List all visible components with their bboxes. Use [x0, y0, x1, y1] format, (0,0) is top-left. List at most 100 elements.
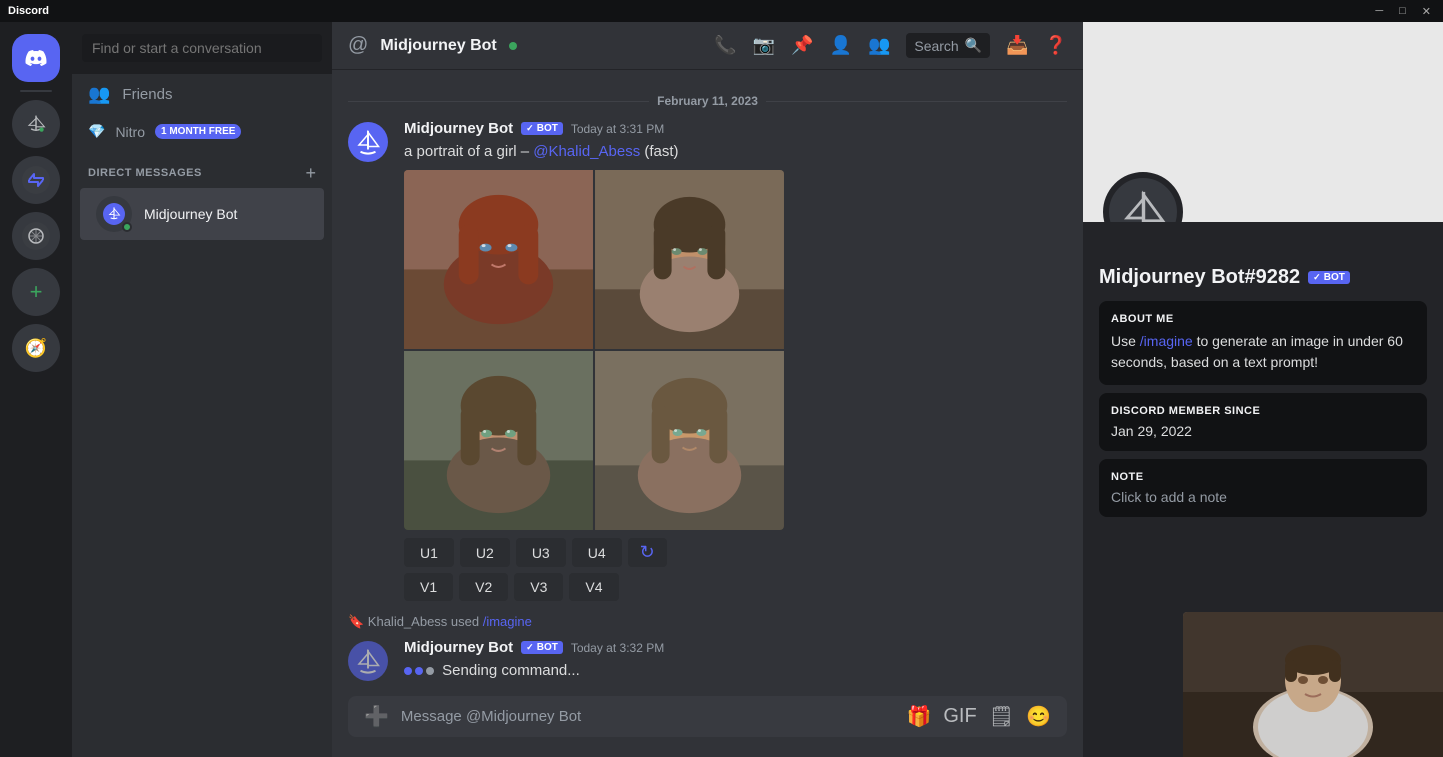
dm-nitro-label: Nitro: [115, 124, 145, 140]
u2-button[interactable]: U2: [460, 538, 510, 567]
dm-friends-label: Friends: [122, 86, 172, 103]
server-icon-sailboat[interactable]: [12, 100, 60, 148]
video-thumbnail[interactable]: [1183, 612, 1443, 757]
dm-user-item-midjourney[interactable]: Midjourney Bot: [80, 188, 324, 240]
video-icon[interactable]: 📷: [753, 35, 775, 56]
dm-user-list: Midjourney Bot: [72, 188, 332, 757]
header-search[interactable]: Search 🔍: [906, 33, 990, 58]
message-avatar-1: [348, 122, 388, 162]
about-me-text: Use /imagine to generate an image in und…: [1111, 331, 1415, 373]
profile-username: Midjourney Bot#9282 ✓ BOT: [1099, 266, 1427, 289]
message-header-1: Midjourney Bot ✓ BOT Today at 3:31 PM: [404, 120, 1067, 137]
mention-khalid[interactable]: @Khalid_Abess: [533, 143, 640, 160]
date-divider: February 11, 2023: [332, 86, 1083, 116]
action-buttons: U1 U2 U3 U4 ↻: [404, 538, 1067, 567]
dot-1: [404, 667, 412, 675]
cmd-text: /imagine: [483, 614, 532, 629]
friends-icon: 👥: [88, 84, 110, 105]
person-icon: 🔖: [348, 614, 364, 629]
image-grid[interactable]: [404, 170, 784, 530]
message-author-1: Midjourney Bot: [404, 120, 513, 137]
gift-icon[interactable]: 🎁: [906, 704, 931, 729]
note-input[interactable]: Click to add a note: [1111, 489, 1415, 505]
message-content-1: Midjourney Bot ✓ BOT Today at 3:31 PM a …: [404, 120, 1067, 601]
inbox-icon[interactable]: 📥: [1006, 35, 1028, 56]
refresh-button[interactable]: ↻: [628, 538, 667, 567]
channel-at-icon: @: [348, 34, 368, 57]
dm-add-button[interactable]: +: [305, 164, 316, 182]
message-timestamp-1: Today at 3:31 PM: [571, 122, 664, 136]
imagine-command[interactable]: /imagine: [1140, 333, 1193, 349]
image-cell-4[interactable]: [595, 351, 784, 530]
u1-button[interactable]: U1: [404, 538, 454, 567]
server-explore-button[interactable]: 🧭: [12, 324, 60, 372]
add-friend-icon[interactable]: 👤: [830, 35, 852, 56]
header-actions: 📞 📷 📌 👤 👥 Search 🔍 📥 ❓: [714, 33, 1067, 58]
message-input-area: ➕ 🎁 GIF 🗒 😊: [332, 696, 1083, 757]
server-add-button[interactable]: +: [12, 268, 60, 316]
sticker-icon[interactable]: 🗒: [989, 704, 1014, 729]
dm-friends-link[interactable]: 👥 Friends: [72, 74, 332, 115]
phone-icon[interactable]: 📞: [714, 35, 736, 56]
note-section: NOTE Click to add a note: [1099, 459, 1427, 517]
bot-badge-2: ✓ BOT: [521, 641, 563, 654]
nitro-icon: 💎: [88, 123, 105, 140]
image-cell-3[interactable]: [404, 351, 593, 530]
dm-sidebar: 👥 Friends 💎 Nitro 1 MONTH FREE DIRECT ME…: [72, 22, 332, 757]
server-icon-discord[interactable]: [12, 34, 60, 82]
emoji-icon[interactable]: 😊: [1026, 704, 1051, 729]
gif-icon[interactable]: GIF: [943, 705, 976, 728]
dot-3: [426, 667, 434, 675]
image-cell-1[interactable]: [404, 170, 593, 349]
dm-section-header: DIRECT MESSAGES +: [72, 148, 332, 188]
member-since-date: Jan 29, 2022: [1111, 423, 1415, 439]
message-avatar-2: [348, 641, 388, 681]
video-person: [1183, 612, 1443, 757]
midjourney-avatar: [96, 196, 132, 232]
dm-search-bar: [72, 22, 332, 74]
channel-status: [509, 42, 517, 50]
server-icon-nitro[interactable]: [12, 156, 60, 204]
messages-area: February 11, 2023 Midjourney Bot: [332, 70, 1083, 696]
message-input[interactable]: [401, 696, 895, 737]
message-sending: Sending command...: [404, 660, 1067, 681]
online-status: [122, 222, 132, 232]
window-controls[interactable]: ─ □ ✕: [1371, 5, 1435, 18]
system-note-wrapper: 🔖 Khalid_Abess used /imagine: [332, 605, 1083, 635]
attach-icon[interactable]: ➕: [364, 704, 389, 729]
channel-header: @ Midjourney Bot 📞 📷 📌 👤 👥 Search 🔍 📥 ❓: [332, 22, 1083, 70]
members-icon[interactable]: 👥: [868, 35, 890, 56]
u4-button[interactable]: U4: [572, 538, 622, 567]
minimize-button[interactable]: ─: [1371, 5, 1387, 18]
close-button[interactable]: ✕: [1418, 5, 1435, 18]
about-me-title: ABOUT ME: [1111, 313, 1415, 325]
title-bar: Discord ─ □ ✕: [0, 0, 1443, 22]
image-cell-2[interactable]: [595, 170, 784, 349]
v1-button[interactable]: V1: [404, 573, 453, 601]
search-icon: 🔍: [965, 37, 982, 54]
nitro-badge: 1 MONTH FREE: [155, 124, 241, 139]
dm-search-input[interactable]: [82, 34, 322, 62]
member-since-title: DISCORD MEMBER SINCE: [1111, 405, 1415, 417]
u3-button[interactable]: U3: [516, 538, 566, 567]
pin-icon[interactable]: 📌: [791, 35, 813, 56]
note-title: NOTE: [1111, 471, 1415, 483]
server-divider: [20, 90, 52, 92]
right-panel: Midjourney Bot#9282 ✓ BOT ABOUT ME Use /…: [1083, 22, 1443, 757]
profile-info: Midjourney Bot#9282 ✓ BOT ABOUT ME Use /…: [1083, 222, 1443, 541]
divider-line-left: [348, 101, 649, 102]
date-divider-text: February 11, 2023: [657, 94, 758, 108]
v2-button[interactable]: V2: [459, 573, 508, 601]
help-icon[interactable]: ❓: [1045, 35, 1067, 56]
v3-button[interactable]: V3: [514, 573, 563, 601]
server-icon-openai[interactable]: [12, 212, 60, 260]
maximize-button[interactable]: □: [1395, 5, 1410, 18]
dm-section-label: DIRECT MESSAGES: [88, 167, 202, 179]
input-actions: 🎁 GIF 🗒 😊: [906, 704, 1051, 729]
dm-nitro-link[interactable]: 💎 Nitro 1 MONTH FREE: [72, 115, 332, 148]
sending-text: Sending command...: [442, 662, 580, 679]
v4-button[interactable]: V4: [569, 573, 618, 601]
profile-bot-badge: ✓ BOT: [1308, 271, 1350, 284]
divider-line-right: [766, 101, 1067, 102]
message-group-1: Midjourney Bot ✓ BOT Today at 3:31 PM a …: [332, 116, 1083, 605]
